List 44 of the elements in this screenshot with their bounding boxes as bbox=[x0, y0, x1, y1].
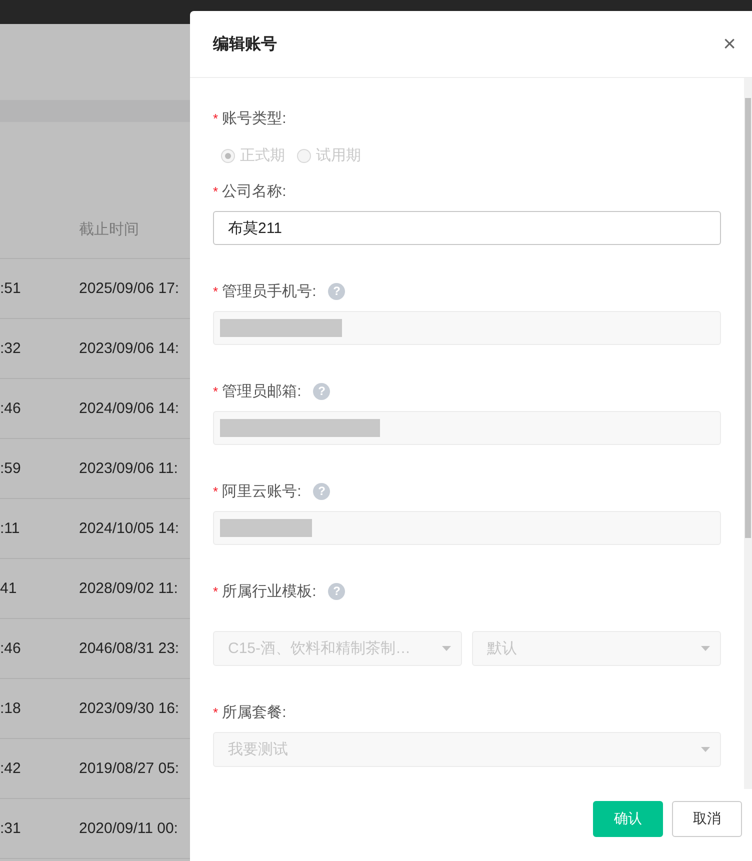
table-cell-text: :11 bbox=[0, 520, 21, 537]
required-asterisk: * bbox=[213, 184, 218, 198]
required-asterisk: * bbox=[213, 384, 218, 398]
table-cell-text: :32 bbox=[0, 340, 22, 357]
scrollbar-thumb[interactable] bbox=[745, 98, 751, 538]
caret-icon bbox=[442, 646, 451, 651]
table-cell: 2019/08/27 05: bbox=[79, 760, 180, 777]
field-label: 所属行业模板: bbox=[222, 582, 316, 600]
required-asterisk: * bbox=[213, 284, 218, 298]
table-cell: 2023/09/06 14: bbox=[79, 340, 180, 357]
table-cell: 2023/09/30 16: bbox=[79, 700, 180, 717]
field-label: 管理员邮箱: bbox=[222, 382, 302, 400]
field-label: 账号类型: bbox=[222, 108, 286, 128]
table-cell: 2020/09/11 00: bbox=[79, 820, 178, 837]
caret-icon bbox=[701, 646, 710, 651]
cancel-button[interactable]: 取消 bbox=[672, 801, 742, 837]
field-label: 管理员手机号: bbox=[222, 282, 316, 300]
required-asterisk: * bbox=[213, 110, 218, 126]
table-cell-text: :46 bbox=[0, 400, 22, 417]
table-cell-text: :46 bbox=[0, 640, 22, 657]
table-cell: 2023/09/06 11: bbox=[79, 460, 178, 477]
required-asterisk: * bbox=[213, 704, 218, 720]
table-cell: 2024/10/05 14: bbox=[79, 520, 180, 537]
table-cell-text: :59 bbox=[0, 460, 22, 477]
column-header: 截止时间 bbox=[79, 220, 139, 238]
confirm-button[interactable]: 确认 bbox=[593, 801, 663, 837]
required-asterisk: * bbox=[213, 484, 218, 498]
table-cell: 2028/09/02 11: bbox=[79, 580, 178, 597]
caret-icon bbox=[701, 747, 710, 752]
field-label: 阿里云账号: bbox=[222, 482, 302, 500]
table-cell-text: :18 bbox=[0, 700, 22, 717]
input-field[interactable]: 布莫211 bbox=[213, 211, 721, 245]
table-cell-text: 41 bbox=[0, 580, 18, 597]
table-cell: 2024/09/06 14: bbox=[79, 400, 180, 417]
close-button[interactable]: × bbox=[721, 31, 738, 57]
field-label: 所属套餐: bbox=[222, 702, 286, 722]
required-asterisk: * bbox=[213, 584, 218, 598]
table-cell-text: :42 bbox=[0, 760, 22, 777]
table-cell-text: :31 bbox=[0, 820, 22, 837]
field-label: 公司名称: bbox=[222, 182, 286, 200]
drawer-title: 编辑账号 bbox=[213, 34, 277, 54]
table-cell-text: :51 bbox=[0, 280, 22, 297]
table-cell: 2046/08/31 23: bbox=[79, 640, 180, 657]
table-cell: 2025/09/06 17: bbox=[79, 280, 180, 297]
